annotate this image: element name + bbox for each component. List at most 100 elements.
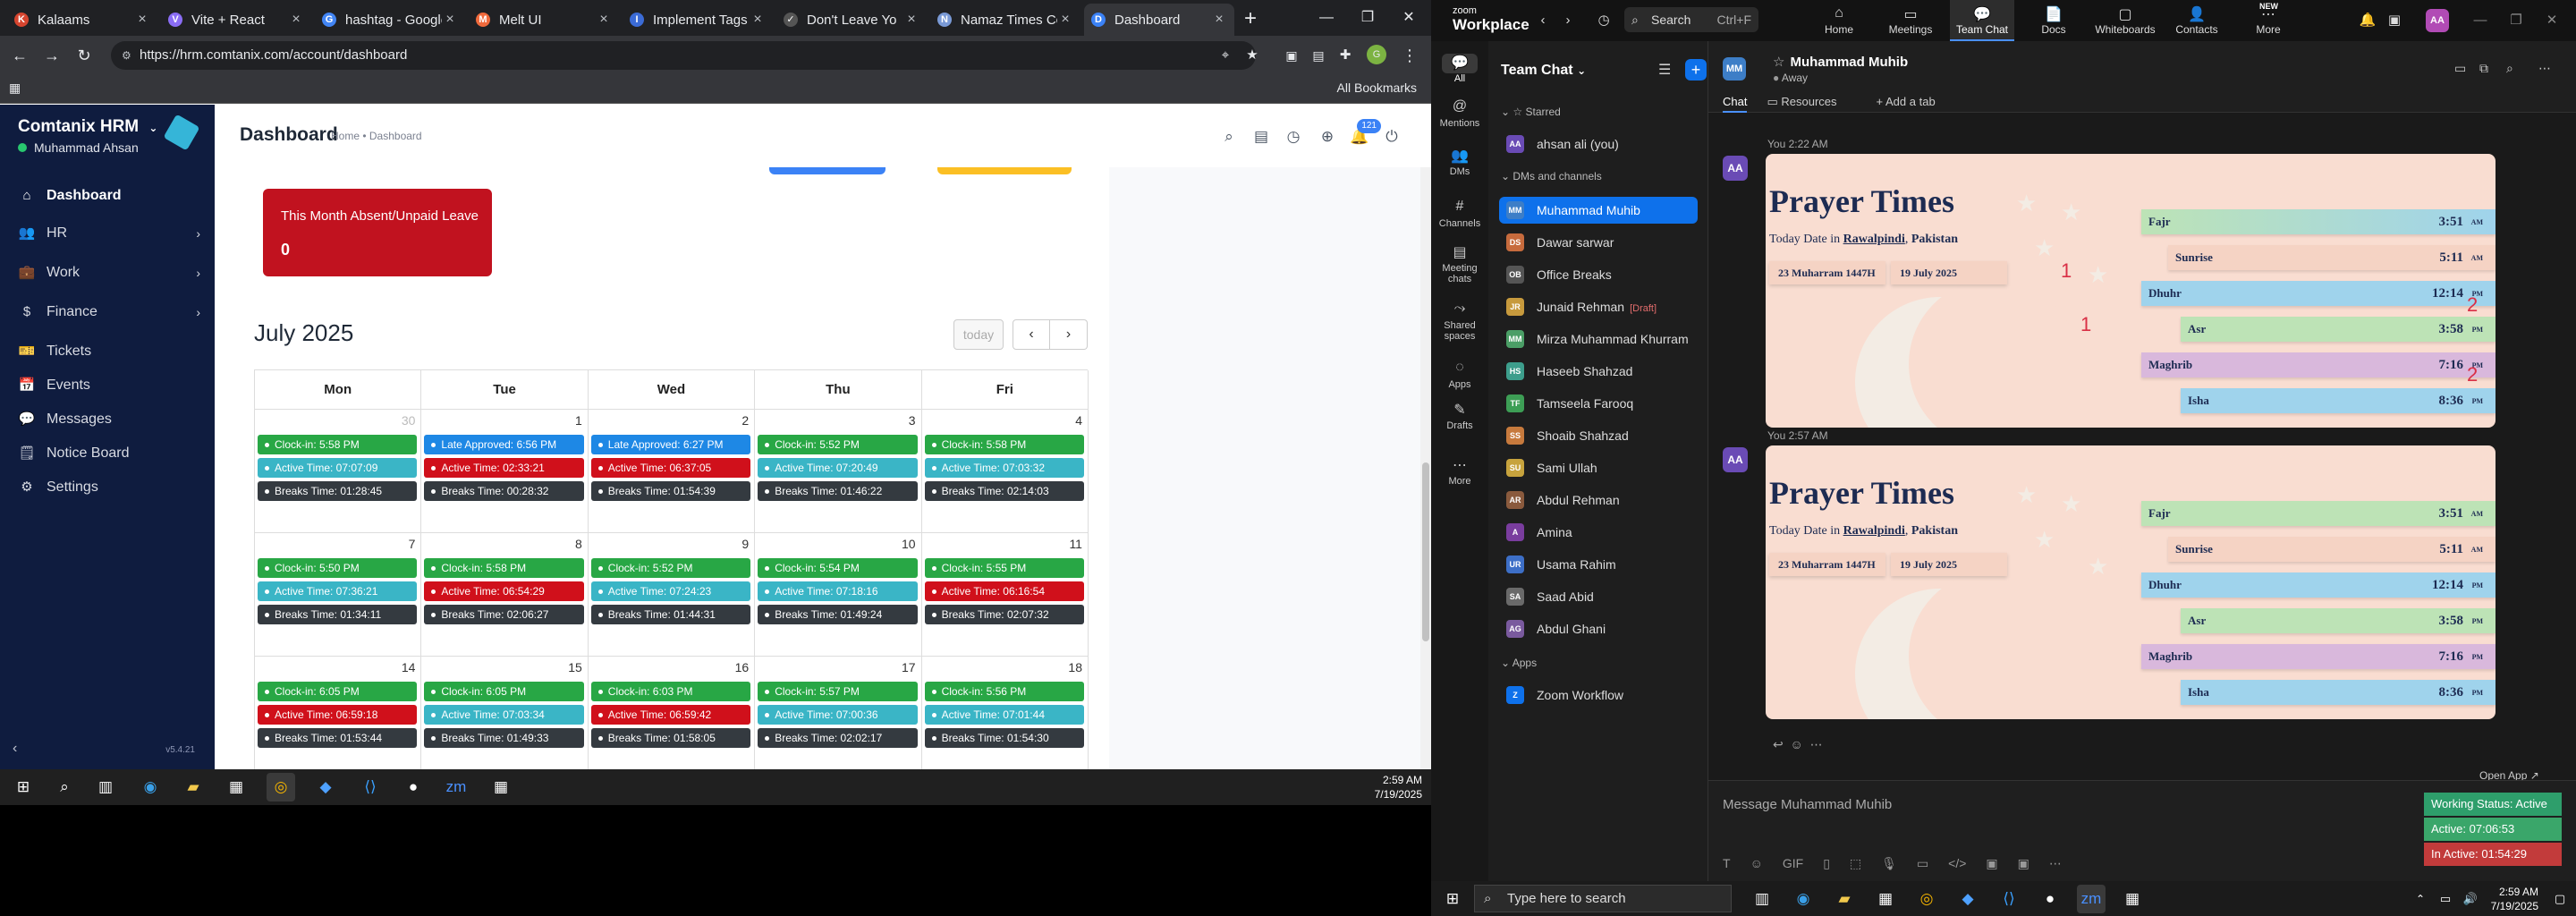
calendar-event[interactable]: Active Time: 06:59:18 (258, 705, 418, 725)
sidebar-item-work[interactable]: 💼 Work › (0, 255, 215, 291)
calendar-event[interactable]: Clock-in: 6:03 PM (590, 682, 751, 701)
edge-icon[interactable]: ◉ (136, 773, 165, 802)
scrollbar-thumb[interactable] (1422, 462, 1429, 641)
rail-item-channels[interactable]: # Channels (1431, 199, 1488, 229)
profile-avatar[interactable]: AA (2426, 9, 2449, 32)
chat-list-item[interactable]: Z Zoom Workflow (1499, 682, 1698, 708)
calendar-icon[interactable]: ▣ (2383, 9, 2406, 32)
rail-item-meeting-chats[interactable]: ▤ Meeting chats (1431, 243, 1488, 284)
chat-list-item[interactable]: MM Mirza Muhammad Khurram (1499, 326, 1698, 352)
calendar-event[interactable]: Active Time: 02:33:21 (424, 458, 584, 478)
zoom-tab-home[interactable]: ⌂ Home (1807, 0, 1871, 41)
profile-avatar[interactable]: G (1367, 45, 1386, 64)
calendar-event[interactable]: Breaks Time: 02:14:03 (924, 481, 1084, 501)
browser-tab[interactable]: N Namaz Times Col × (930, 4, 1080, 36)
calendar-event[interactable]: Breaks Time: 01:28:45 (258, 481, 418, 501)
calculator-icon[interactable]: ▦ (487, 773, 515, 802)
extension-icon[interactable]: ▣ (1279, 43, 1304, 68)
calendar-event[interactable]: Breaks Time: 01:49:33 (424, 728, 584, 748)
calendar-event[interactable]: Breaks Time: 01:53:44 (258, 728, 418, 748)
sidebar-item-finance[interactable]: $ Finance › (0, 294, 215, 330)
tab-close-icon[interactable]: × (903, 12, 919, 28)
windows-start-icon[interactable]: ⊞ (9, 773, 38, 802)
emoji-icon[interactable]: ☺ (1750, 856, 1763, 870)
browser-tab[interactable]: M Melt UI × (469, 4, 619, 36)
sidebar-item-dashboard[interactable]: ⌂ Dashboard (0, 178, 215, 214)
address-bar[interactable]: ⚙ https://hrm.comtanix.com/account/dashb… (111, 41, 1256, 70)
store-icon[interactable]: ▦ (222, 773, 250, 802)
calendar-event[interactable]: Breaks Time: 02:06:27 (424, 605, 584, 624)
chrome-taskbar-icon[interactable]: ◎ (1912, 885, 1941, 913)
store-icon[interactable]: ▦ (1871, 885, 1900, 913)
my-avatar[interactable]: AA (1723, 447, 1748, 472)
chat-list-item[interactable]: A Amina (1499, 519, 1698, 546)
reload-icon[interactable]: ↻ (72, 43, 97, 68)
new-chat-button[interactable]: + (1685, 59, 1707, 81)
sidebar-item-messages[interactable]: 💬 Messages (0, 402, 215, 437)
tab-chat[interactable]: Chat (1723, 95, 1748, 113)
calendar-event[interactable]: Clock-in: 5:56 PM (924, 682, 1084, 701)
chat-list-item[interactable]: SA Saad Abid (1499, 583, 1698, 610)
more-options-icon[interactable]: ⋯ (2538, 61, 2551, 76)
my-avatar[interactable]: AA (1723, 156, 1748, 181)
tab-close-icon[interactable]: × (134, 12, 150, 28)
chat-list-item[interactable]: DS Dawar sarwar (1499, 229, 1698, 256)
video-message-icon[interactable]: ▭ (1917, 856, 1928, 870)
calendar-event[interactable]: Breaks Time: 01:34:11 (258, 605, 418, 624)
file-icon[interactable]: ▯ (1823, 856, 1830, 870)
extension-icon-2[interactable]: ▤ (1306, 43, 1331, 68)
chat-list-item[interactable]: TF Tamseela Farooq (1499, 390, 1698, 417)
contact-name[interactable]: ☆ Muhammad Muhib (1773, 54, 1908, 70)
screenshot-icon[interactable]: ⬚ (1850, 856, 1861, 870)
today-button[interactable]: today (953, 319, 1004, 350)
chevron-down-icon[interactable]: ⌄ (148, 122, 157, 134)
more-icon[interactable]: ⋯ (1810, 737, 1823, 751)
browser-tab[interactable]: K Kalaams × (7, 4, 157, 36)
calendar-event[interactable]: Active Time: 07:03:34 (424, 705, 584, 725)
bookmark-star-icon[interactable]: ★ (1240, 43, 1265, 68)
back-arrow-icon[interactable]: ‹ (1531, 9, 1555, 32)
next-month-button[interactable]: › (1050, 319, 1088, 350)
windows-start-icon[interactable]: ⊞ (1438, 885, 1467, 913)
zoom-tab-docs[interactable]: 📄 Docs (2021, 0, 2086, 41)
chat-list-item[interactable]: JR Junaid Rehman [Draft] (1499, 293, 1698, 320)
calendar-event[interactable]: Active Time: 06:37:05 (590, 458, 751, 478)
calendar-event[interactable]: Clock-in: 5:58 PM (258, 435, 418, 454)
browser-tab[interactable]: V Vite + React × (161, 4, 311, 36)
history-icon[interactable]: ◷ (1592, 9, 1615, 32)
rail-item-dms[interactable]: 👥 DMs (1431, 147, 1488, 177)
taskbar-search-input[interactable]: ⌕ Type here to search (1474, 885, 1732, 912)
gif-icon[interactable]: GIF (1783, 856, 1803, 870)
forward-icon[interactable]: → (39, 43, 64, 68)
forward-arrow-icon[interactable]: › (1556, 9, 1580, 32)
extensions-puzzle-icon[interactable]: ✚ (1333, 43, 1358, 68)
calendar-event[interactable]: Active Time: 06:54:29 (424, 581, 584, 601)
tab-resources[interactable]: ▭ Resources (1767, 95, 1856, 108)
more-tools-icon[interactable]: ⋯ (2049, 856, 2062, 870)
minimize-button[interactable]: — (1306, 0, 1347, 36)
calendar-day-cell[interactable]: 11 Clock-in: 5:55 PM Active Time: 06:16:54… (921, 533, 1089, 657)
chat-list-item[interactable]: SU Sami Ullah (1499, 454, 1698, 481)
minimize-button[interactable]: — (2469, 9, 2492, 32)
prayer-times-image[interactable]: ★ ★ ★ ★ Prayer Times Today Date in Rawalpindi… (1766, 154, 2496, 428)
zoom-tab-more[interactable]: NEW ⋯ More (2236, 0, 2301, 41)
rail-item-shared-spaces[interactable]: ⤳ Shared spaces (1431, 301, 1488, 342)
notification-center-icon[interactable]: ▢ (2546, 885, 2574, 913)
calendar-event[interactable]: Clock-in: 5:57 PM (758, 682, 918, 701)
brand-name[interactable]: Comtanix HRM ⌄ (18, 117, 157, 137)
page-scrollbar[interactable] (1420, 167, 1431, 769)
calendar-event[interactable]: Active Time: 07:03:32 (924, 458, 1084, 478)
chat-list-item[interactable]: OB Office Breaks (1499, 261, 1698, 288)
calendar-event[interactable]: Breaks Time: 01:49:24 (758, 605, 918, 624)
calendar-event[interactable]: Active Time: 07:20:49 (758, 458, 918, 478)
section-starred[interactable]: ⌄ ☆ Starred (1501, 106, 1561, 118)
zoom-search[interactable]: ⌕ Search Ctrl+F (1624, 7, 1758, 32)
calendar-day-cell[interactable]: 17 Clock-in: 5:57 PM Active Time: 07:00:36… (755, 657, 922, 769)
edge-icon[interactable]: ◉ (1789, 885, 1818, 913)
calendar-event[interactable]: Active Time: 06:16:54 (924, 581, 1084, 601)
search-icon[interactable]: ⌕ (2506, 61, 2513, 76)
volume-icon[interactable]: 🔊 (2456, 885, 2485, 913)
search-icon[interactable]: ⌕ (1216, 124, 1241, 149)
rail-item-apps[interactable]: ◌ Apps (1431, 360, 1488, 390)
rail-item-more[interactable]: ⋯ More (1431, 456, 1488, 487)
